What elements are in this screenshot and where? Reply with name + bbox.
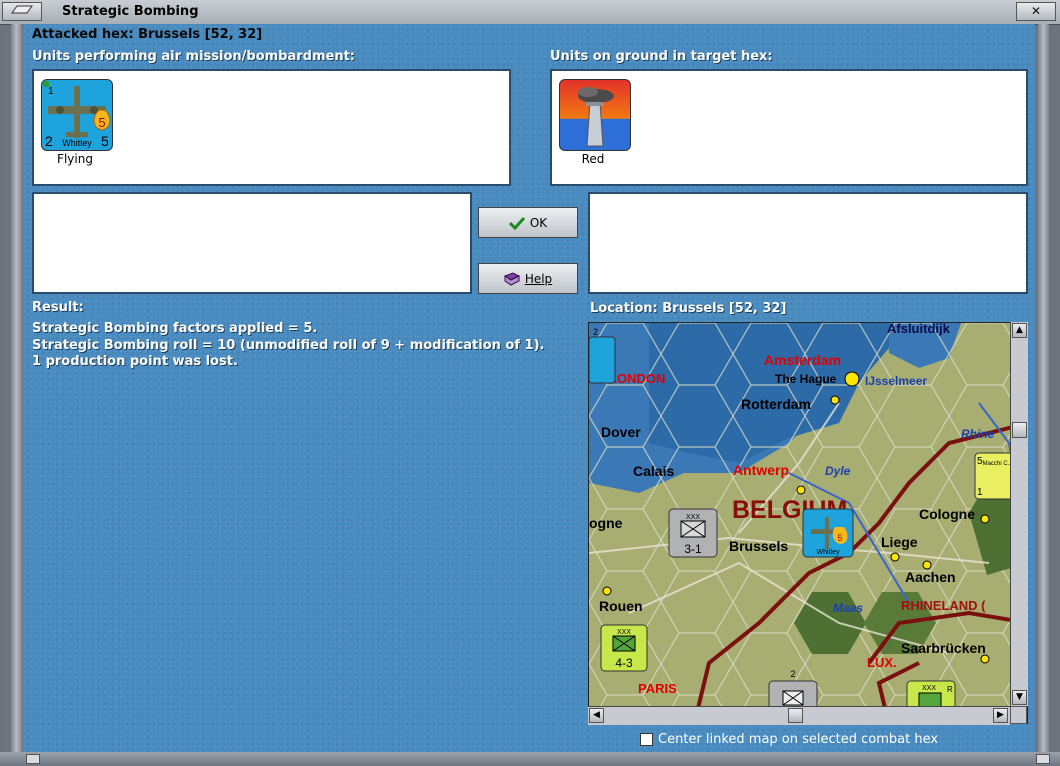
air-mission-detail-box — [32, 192, 472, 294]
svg-text:Brussels: Brussels — [729, 538, 788, 554]
svg-text:Rouen: Rouen — [599, 598, 643, 614]
svg-text:IJsselmeer: IJsselmeer — [865, 374, 927, 388]
hague-city-marker — [844, 371, 860, 387]
svg-text:Antwerp: Antwerp — [733, 462, 789, 478]
svg-text:Afsluitdijk: Afsluitdijk — [887, 323, 951, 336]
svg-text:Saarbrücken: Saarbrücken — [901, 640, 986, 656]
infantry-counter-sw: XXX 4-3 — [600, 624, 648, 672]
svg-text:ogne: ogne — [589, 515, 623, 531]
svg-text:LUX.: LUX. — [867, 655, 897, 670]
vertical-scroll-thumb[interactable] — [1012, 422, 1027, 438]
ground-units-label: Units on ground in target hex: — [550, 49, 773, 64]
center-map-checkbox[interactable] — [640, 733, 653, 746]
svg-text:Dover: Dover — [601, 424, 641, 440]
help-button-label: Help — [524, 271, 553, 286]
left-border — [11, 24, 22, 752]
horizontal-scroll-thumb[interactable] — [788, 708, 803, 723]
help-book-icon — [503, 271, 520, 286]
air-unit-counter[interactable]: 5 1 2 Whitley 5 — [41, 79, 113, 151]
svg-text:2: 2 — [593, 327, 598, 337]
svg-text:3-1: 3-1 — [684, 542, 702, 556]
svg-text:PARIS: PARIS — [638, 681, 677, 696]
ok-button[interactable]: OK — [478, 207, 578, 238]
svg-text:4-3: 4-3 — [615, 656, 633, 670]
svg-text:Whitley: Whitley — [817, 549, 840, 556]
right-border — [1038, 24, 1049, 752]
attacked-hex-label: Attacked hex: Brussels [52, 32] — [32, 27, 263, 42]
svg-text:XXX: XXX — [617, 629, 631, 636]
svg-text:The Hague: The Hague — [775, 372, 837, 386]
checkmark-icon — [508, 216, 525, 230]
svg-text:Aachen: Aachen — [905, 569, 956, 585]
garrison-counter-left: XXX 3-1 — [668, 508, 718, 558]
resize-grip-right-icon[interactable] — [1036, 754, 1050, 764]
window-title: Strategic Bombing — [62, 4, 199, 19]
scroll-left-icon[interactable]: ◀ — [589, 708, 604, 723]
svg-text:R: R — [947, 685, 953, 694]
svg-text:LONDON: LONDON — [609, 371, 665, 386]
factory-smokestack-icon — [578, 87, 614, 147]
ok-button-label: OK — [529, 215, 548, 230]
window-menu-icon — [11, 5, 33, 14]
svg-text:2: 2 — [45, 133, 53, 149]
air-units-label: Units performing air mission/bombardment… — [32, 49, 356, 64]
svg-text:2: 2 — [790, 669, 795, 679]
air-unit-status: Flying — [57, 152, 93, 166]
help-button[interactable]: Help — [478, 263, 578, 294]
window-menu-button[interactable] — [2, 2, 42, 21]
map-vertical-scrollbar[interactable]: ▲ ▼ — [1010, 322, 1028, 706]
svg-text:Rotterdam: Rotterdam — [741, 396, 811, 412]
svg-text:RHINELAND (: RHINELAND ( — [901, 598, 986, 613]
svg-text:Maas: Maas — [833, 601, 863, 615]
svg-text:XXX: XXX — [922, 685, 936, 692]
svg-text:Liege: Liege — [881, 534, 918, 550]
title-bar[interactable]: Strategic Bombing ✕ — [0, 0, 1060, 25]
bottom-border — [0, 752, 1060, 766]
result-label: Result: — [32, 300, 84, 315]
scroll-right-icon[interactable]: ▶ — [993, 708, 1008, 723]
result-line: Strategic Bombing factors applied = 5. — [32, 321, 318, 336]
scroll-up-icon[interactable]: ▲ — [1012, 323, 1027, 338]
svg-text:Amsterdam: Amsterdam — [764, 352, 841, 368]
bomber-aircraft-icon: 5 1 2 Whitley 5 — [43, 81, 111, 149]
close-button[interactable]: ✕ — [1016, 2, 1056, 21]
location-label: Location: Brussels [52, 32] — [590, 301, 787, 316]
svg-text:XXX: XXX — [686, 514, 700, 521]
svg-text:1: 1 — [977, 487, 983, 498]
result-line: 1 production point was lost. — [32, 354, 238, 369]
air-units-list[interactable]: 5 1 2 Whitley 5 Flying — [32, 69, 511, 186]
svg-text:5: 5 — [98, 115, 105, 130]
scroll-down-icon[interactable]: ▼ — [1012, 690, 1027, 705]
whitley-map-counter: 5 Whitley — [802, 508, 854, 558]
ground-units-list[interactable]: Red — [550, 69, 1028, 186]
result-line: Strategic Bombing roll = 10 (unmodified … — [32, 338, 545, 353]
map-canvas: Afsluitdijk Amsterdam The Hague IJsselme… — [589, 323, 1027, 723]
svg-text:Dyle: Dyle — [825, 464, 851, 478]
target-detail-box — [588, 192, 1028, 294]
svg-text:Cologne: Cologne — [919, 506, 975, 522]
svg-text:5: 5 — [837, 533, 842, 543]
svg-text:Whitley: Whitley — [62, 138, 92, 148]
svg-text:5: 5 — [101, 133, 109, 149]
svg-text:Rhine: Rhine — [961, 427, 995, 441]
center-map-checkbox-label[interactable]: Center linked map on selected combat hex — [658, 732, 938, 747]
scrollbar-corner — [1010, 706, 1027, 724]
ground-unit-status: Red — [581, 152, 605, 166]
linked-map[interactable]: Afsluitdijk Amsterdam The Hague IJsselme… — [588, 322, 1028, 724]
svg-text:1: 1 — [48, 86, 54, 97]
svg-text:Calais: Calais — [633, 463, 674, 479]
close-icon: ✕ — [1030, 4, 1042, 18]
ground-unit-counter[interactable] — [559, 79, 631, 151]
resize-grip-icon[interactable] — [26, 754, 40, 764]
map-horizontal-scrollbar[interactable]: ◀ ▶ — [588, 706, 1010, 725]
